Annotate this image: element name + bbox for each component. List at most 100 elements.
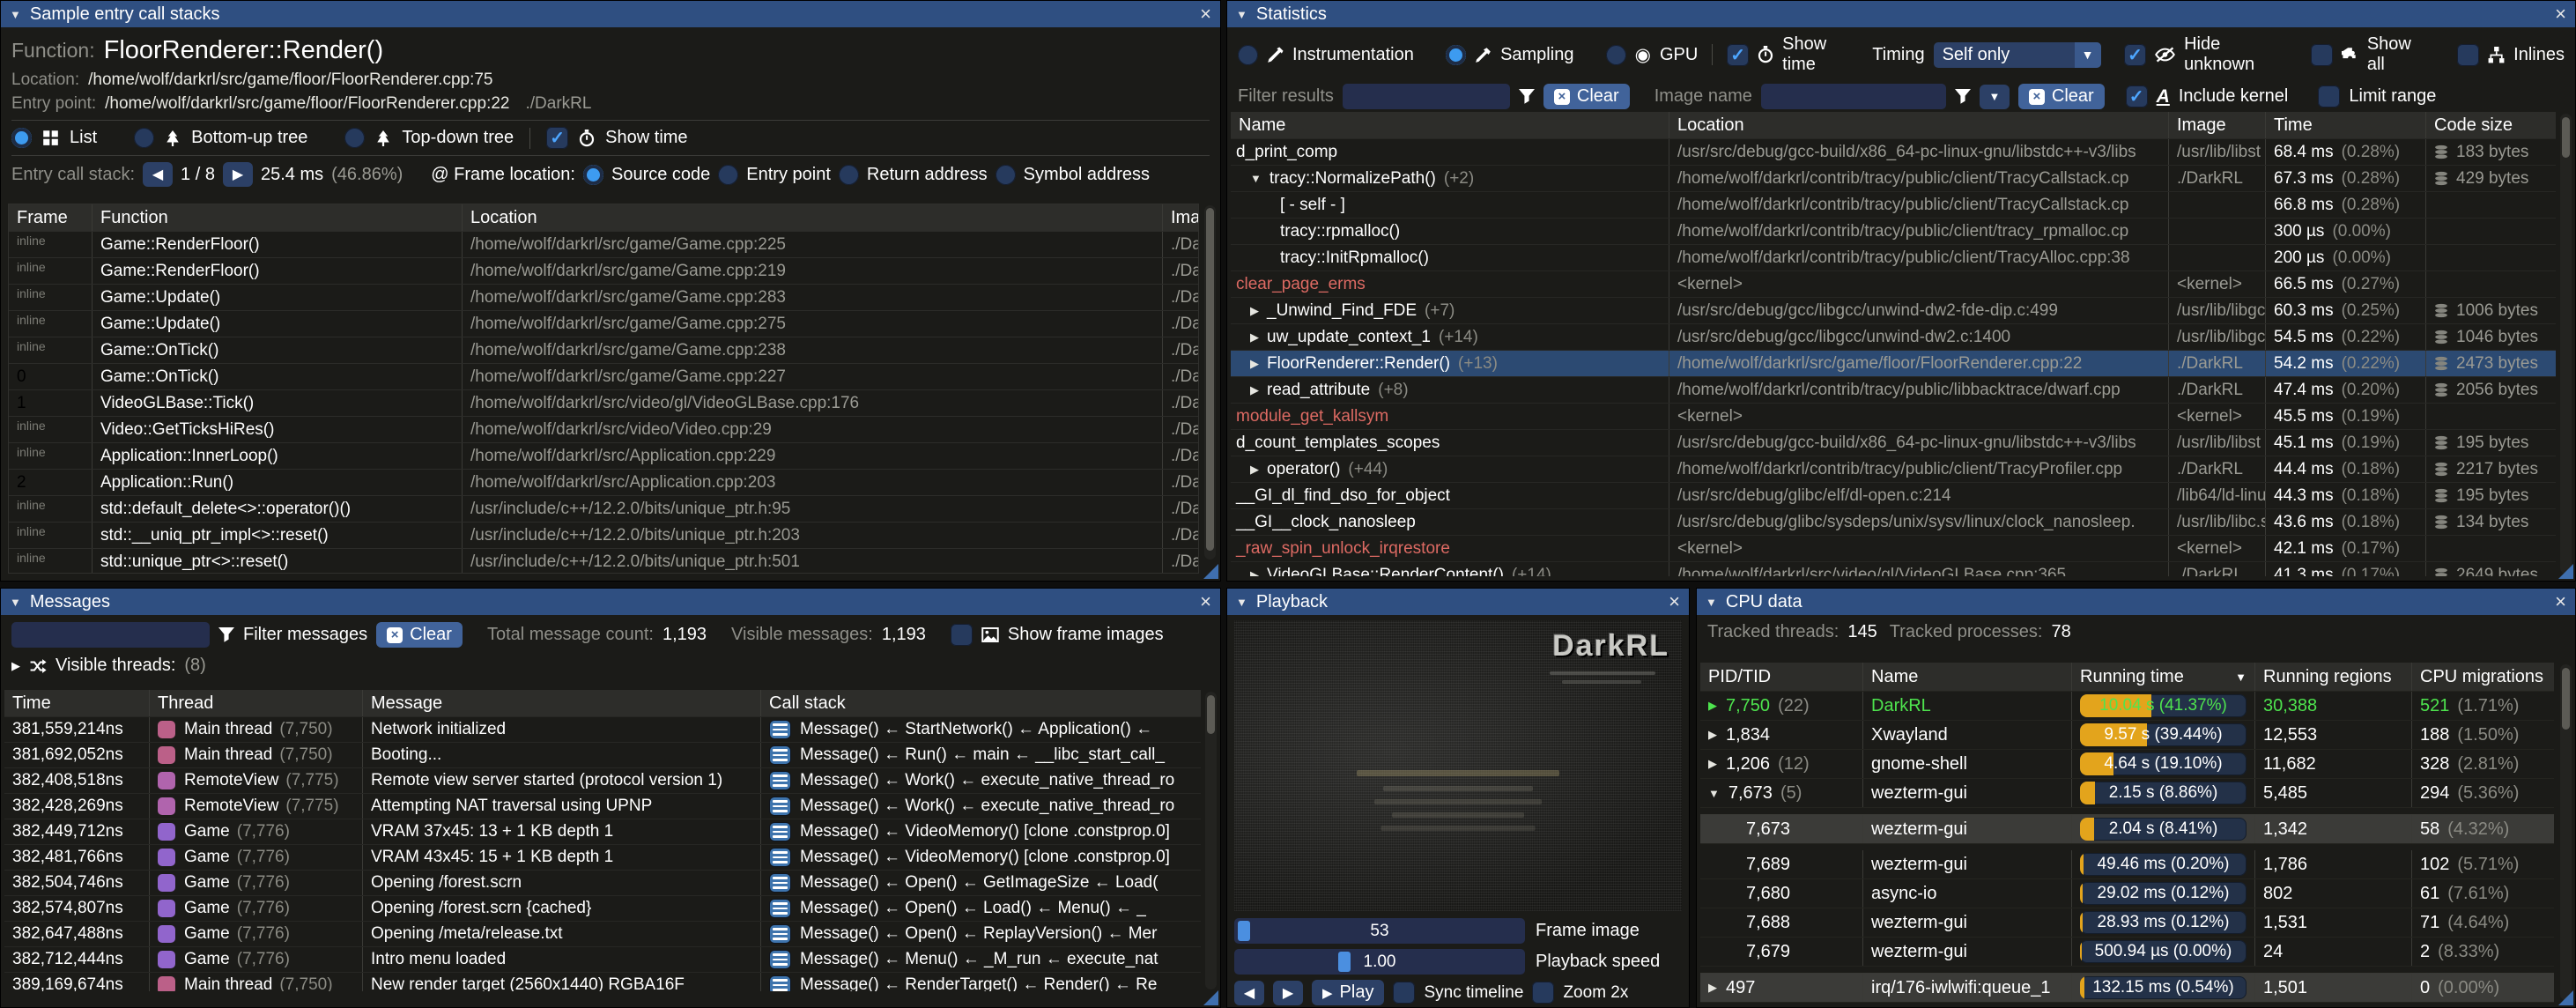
playback-title-bar[interactable]: ▼ Playback × bbox=[1227, 589, 1689, 615]
instrumentation-radio[interactable] bbox=[1238, 45, 1258, 65]
table-row[interactable]: 382,647,488ns Game(7,776) Opening /meta/… bbox=[4, 922, 1201, 947]
next-stack-button[interactable]: ▶ bbox=[223, 162, 253, 187]
expand-icon[interactable]: ▶ bbox=[1708, 699, 1717, 713]
entry-point-radio[interactable] bbox=[718, 165, 738, 185]
symbol-address-label[interactable]: Symbol address bbox=[1024, 165, 1150, 185]
callstack-cell[interactable]: Message() ← VideoMemory() [clone .constp… bbox=[761, 845, 1201, 870]
table-row[interactable]: 382,504,746ns Game(7,776) Opening /fores… bbox=[4, 871, 1201, 896]
table-row[interactable]: inline Game::RenderFloor() /home/wolf/da… bbox=[9, 258, 1198, 285]
funnel-icon[interactable] bbox=[1955, 89, 1971, 105]
table-row[interactable]: 382,408,518ns RemoteView(7,775) Remote v… bbox=[4, 768, 1201, 794]
resize-grip[interactable] bbox=[1203, 564, 1218, 579]
vertical-scrollbar[interactable] bbox=[2560, 664, 2572, 1000]
table-row[interactable]: 7,680 async-io 29.02 ms (0.12%) 802 61(7… bbox=[1700, 879, 2554, 908]
name-cell[interactable]: [ - self - ] bbox=[1231, 192, 1669, 218]
table-row[interactable]: ▶ _Unwind_Find_FDE (+7) /usr/src/debug/g… bbox=[1231, 298, 2556, 324]
prev-frame-button[interactable]: ◀ bbox=[1234, 981, 1264, 1005]
table-row[interactable]: 381,559,214ns Main thread(7,750) Network… bbox=[4, 717, 1201, 743]
callstack-cell[interactable]: Message() ← StartNetwork() ← Application… bbox=[761, 717, 1201, 742]
col-function[interactable]: Function bbox=[93, 204, 463, 231]
table-row[interactable]: inline Game::Update() /home/wolf/darkrl/… bbox=[9, 311, 1198, 337]
zoom-2x-label[interactable]: Zoom 2x bbox=[1563, 983, 1628, 1003]
name-cell[interactable]: module_get_kallsym bbox=[1231, 404, 1669, 429]
entry-point-value[interactable]: /home/wolf/darkrl/src/game/floor/FloorRe… bbox=[105, 94, 509, 114]
callstack-cell[interactable]: Message() ← Menu() ← _M_run ← execute_na… bbox=[761, 947, 1201, 972]
speed-slider[interactable]: 1.00 bbox=[1234, 949, 1525, 975]
col-pid-tid[interactable]: PID/TID bbox=[1700, 663, 1863, 691]
table-row[interactable]: [ - self - ] /home/wolf/darkrl/contrib/t… bbox=[1231, 192, 2556, 219]
pid-cell[interactable]: 7,679 bbox=[1700, 938, 1863, 966]
table-row[interactable]: 1 VideoGLBase::Tick() /home/wolf/darkrl/… bbox=[9, 390, 1198, 417]
return-address-label[interactable]: Return address bbox=[867, 165, 988, 185]
include-kernel-checkbox[interactable] bbox=[2126, 85, 2148, 107]
limit-range-label[interactable]: Limit range bbox=[2349, 86, 2436, 107]
table-row[interactable]: inline Game::RenderFloor() /home/wolf/da… bbox=[9, 232, 1198, 258]
show-all-label[interactable]: Show all bbox=[2367, 34, 2421, 75]
name-cell[interactable]: ▶ FloorRenderer::Render() (+13) bbox=[1231, 351, 1669, 376]
col-image[interactable]: Image bbox=[2169, 112, 2266, 138]
slider-grab[interactable] bbox=[1338, 952, 1351, 972]
function-cell[interactable]: Game::OnTick() bbox=[93, 364, 463, 389]
col-thread[interactable]: Thread bbox=[150, 690, 363, 716]
function-cell[interactable]: Game::Update() bbox=[93, 285, 463, 310]
show-frame-images-checkbox[interactable] bbox=[951, 624, 973, 646]
name-cell[interactable]: _raw_spin_unlock_irqrestore bbox=[1231, 536, 1669, 561]
name-cell[interactable]: ▶ read_attribute (+8) bbox=[1231, 377, 1669, 403]
funnel-icon[interactable] bbox=[1519, 89, 1535, 105]
table-row[interactable]: 381,692,052ns Main thread(7,750) Booting… bbox=[4, 743, 1201, 768]
pid-cell[interactable]: 7,680 bbox=[1700, 879, 1863, 908]
callstack-cell[interactable]: Message() ← Work() ← execute_native_thre… bbox=[761, 768, 1201, 793]
pid-cell[interactable]: ▶ 497 bbox=[1700, 974, 1863, 1002]
callstack-icon[interactable] bbox=[769, 924, 791, 944]
funnel-icon[interactable] bbox=[218, 627, 234, 643]
messages-title-bar[interactable]: ▼ Messages × bbox=[1, 589, 1220, 615]
table-row[interactable]: inline std::__uniq_ptr_impl<>::reset() /… bbox=[9, 523, 1198, 549]
sort-desc-icon[interactable]: ▼ bbox=[2235, 671, 2247, 684]
table-row[interactable]: clear_page_erms <kernel> <kernel> 66.5 m… bbox=[1231, 271, 2556, 298]
expand-icon[interactable]: ▶ bbox=[1708, 757, 1717, 771]
col-time[interactable]: Time bbox=[2266, 112, 2426, 138]
callstack-cell[interactable]: Message() ← Run() ← main ← __libc_start_… bbox=[761, 743, 1201, 767]
gpu-label[interactable]: GPU bbox=[1660, 45, 1698, 65]
table-row[interactable]: 7,679 wezterm-gui 500.94 µs (0.00%) 24 2… bbox=[1700, 938, 2554, 967]
name-cell[interactable]: d_count_templates_scopes bbox=[1231, 430, 1669, 456]
expand-icon[interactable]: ▶ bbox=[1708, 728, 1717, 742]
function-cell[interactable]: std::__uniq_ptr_impl<>::reset() bbox=[93, 523, 463, 548]
play-button[interactable]: ▶Play bbox=[1312, 980, 1384, 1005]
table-row[interactable]: tracy::InitRpmalloc() /home/wolf/darkrl/… bbox=[1231, 245, 2556, 271]
slider-grab[interactable] bbox=[1238, 921, 1250, 941]
frame-slider[interactable]: 53 bbox=[1234, 918, 1525, 944]
pid-cell[interactable]: 7,689 bbox=[1700, 850, 1863, 878]
table-row[interactable]: ▶ read_attribute (+8) /home/wolf/darkrl/… bbox=[1231, 377, 2556, 404]
show-time-label[interactable]: Show time bbox=[605, 128, 687, 148]
col-image[interactable]: Image bbox=[1163, 204, 1198, 231]
col-location[interactable]: Location bbox=[463, 204, 1163, 231]
callstack-cell[interactable]: Message() ← Work() ← execute_native_thre… bbox=[761, 794, 1201, 819]
vertical-scrollbar[interactable] bbox=[2560, 114, 2572, 574]
show-frame-images-label[interactable]: Show frame images bbox=[1008, 625, 1164, 645]
table-row[interactable]: 2 Application::Run() /home/wolf/darkrl/s… bbox=[9, 470, 1198, 496]
pid-cell[interactable]: ▼ 7,673(5) bbox=[1700, 779, 1863, 807]
collapse-icon[interactable]: ▼ bbox=[10, 596, 21, 609]
next-frame-button[interactable]: ▶ bbox=[1273, 981, 1303, 1005]
callstack-cell[interactable]: Message() ← VideoMemory() [clone .constp… bbox=[761, 819, 1201, 844]
table-row[interactable]: 382,428,269ns RemoteView(7,775) Attempti… bbox=[4, 794, 1201, 819]
function-cell[interactable]: Game::OnTick() bbox=[93, 337, 463, 363]
show-time-checkbox[interactable] bbox=[1727, 44, 1749, 66]
name-cell[interactable]: ▶ VideoGLBase::RenderContent() (+14) bbox=[1231, 562, 1669, 576]
pid-cell[interactable]: ▶ 1,206(12) bbox=[1700, 750, 1863, 778]
table-row[interactable]: ▶ VideoGLBase::RenderContent() (+14) /ho… bbox=[1231, 562, 2556, 576]
clear-filter-button[interactable]: ×Clear bbox=[1543, 84, 1630, 109]
table-row[interactable]: inline Game::OnTick() /home/wolf/darkrl/… bbox=[9, 337, 1198, 364]
clear-image-filter-button[interactable]: ×Clear bbox=[2018, 84, 2105, 109]
col-location[interactable]: Location bbox=[1669, 112, 2169, 138]
table-row[interactable]: 7,689 wezterm-gui 49.46 ms (0.20%) 1,786… bbox=[1700, 850, 2554, 879]
sync-timeline-checkbox[interactable] bbox=[1393, 982, 1415, 1004]
table-row[interactable]: ▶ operator() (+44) /home/wolf/darkrl/con… bbox=[1231, 456, 2556, 483]
col-message[interactable]: Message bbox=[363, 690, 761, 716]
table-row[interactable]: inline std::default_delete<>::operator()… bbox=[9, 496, 1198, 523]
close-icon[interactable]: × bbox=[2555, 592, 2566, 611]
table-row[interactable]: module_get_kallsym <kernel> <kernel> 45.… bbox=[1231, 404, 2556, 430]
gpu-radio[interactable] bbox=[1606, 45, 1626, 65]
list-radio[interactable] bbox=[11, 128, 32, 148]
